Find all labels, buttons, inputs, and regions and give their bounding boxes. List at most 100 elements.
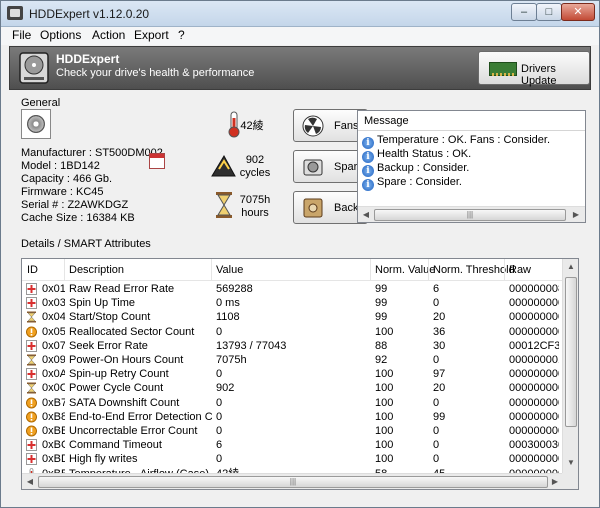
cell-raw: 000000001BA: [509, 354, 559, 366]
menu-bar: File Options Action Export ?: [1, 27, 599, 45]
manufacturer-text: Manufacturer : ST500DM002: [21, 147, 163, 159]
cell-value: 902: [216, 382, 235, 395]
cell-id: 0xBC: [42, 439, 65, 452]
message-text: Temperature : OK. Fans : Consider.: [377, 134, 551, 146]
cycles-value: 902: [245, 154, 265, 166]
cell-norm-value: 99: [375, 311, 388, 324]
menu-file[interactable]: File: [9, 28, 34, 42]
col-description[interactable]: Description: [69, 264, 124, 276]
cell-id: 0x09: [42, 354, 65, 366]
col-norm-value[interactable]: Norm. Value: [375, 264, 435, 276]
menu-options[interactable]: Options: [37, 28, 84, 42]
cell-norm-threshold: 99: [433, 410, 446, 423]
hourglass-icon: [26, 354, 37, 366]
serial-text: Serial # : Z2AWKDGZ: [21, 199, 129, 211]
cell-id: 0x01: [42, 283, 65, 295]
scroll-left-icon[interactable]: ◀: [359, 209, 373, 221]
table-row[interactable]: 0x0A Spin-up Retry Count 0 100 97 00000000000…: [22, 367, 563, 381]
cell-norm-threshold: 0: [433, 354, 440, 366]
cell-description: Start/Stop Count: [69, 311, 151, 324]
cell-norm-value: 100: [375, 425, 394, 437]
table-row[interactable]: 0xBBUncorrectable Error Count01000000000…: [22, 424, 563, 438]
table-row[interactable]: 0x05 Reallocated Sector Count 0 100 36 000000…: [22, 325, 563, 339]
col-id[interactable]: ID: [27, 264, 38, 276]
plus-icon: [26, 283, 37, 295]
warning-icon: [26, 411, 37, 423]
scroll-right-icon[interactable]: ▶: [548, 476, 562, 488]
cell-raw: 000000000000: [509, 368, 559, 381]
message-list[interactable]: Message i Temperature : OK. Fans : Consid…: [357, 110, 586, 223]
col-raw[interactable]: Raw: [509, 264, 531, 276]
table-row[interactable]: 0xBDHigh fly writes01000000000000000: [22, 452, 563, 466]
menu-export[interactable]: Export: [131, 28, 172, 42]
table-row[interactable]: 0xBC Command Timeout 6 100 0 000300030003: [22, 438, 563, 452]
maximize-button[interactable]: □: [536, 3, 562, 21]
drivers-update-button[interactable]: Drivers Update: [478, 51, 590, 87]
menu-action[interactable]: Action: [89, 28, 128, 42]
cell-value: 0: [216, 368, 223, 381]
table-row[interactable]: 0xB7SATA Downshift Count0100000000000000…: [22, 396, 563, 410]
scroll-left-icon[interactable]: ◀: [23, 476, 37, 488]
col-norm-threshold[interactable]: Norm. Threshold: [433, 264, 515, 276]
smart-table[interactable]: ID Description Value Norm. Value Norm. T…: [21, 258, 579, 490]
table-row[interactable]: 0x09 Power-On Hours Count 7075h 92 0 00000000…: [22, 353, 563, 367]
message-item[interactable]: i Spare : Consider.: [362, 176, 462, 191]
message-item[interactable]: i Health Status : OK.: [362, 148, 471, 163]
info-icon: i: [362, 179, 374, 191]
scroll-thumb[interactable]: |||: [38, 476, 548, 488]
cell-value: 0: [216, 410, 223, 423]
cell-id: 0x04: [42, 311, 65, 324]
cache-text: Cache Size : 16384 KB: [21, 212, 135, 224]
fans-label: Fans: [334, 120, 359, 132]
cell-norm-value: 88: [375, 339, 388, 352]
title-bar[interactable]: HDDExpert v1.12.0.20 ‒ □ ✕: [1, 1, 599, 27]
message-header[interactable]: Message: [358, 111, 585, 131]
cell-norm-threshold: 30: [433, 339, 446, 352]
cell-description: High fly writes: [69, 453, 138, 466]
plus-icon: [26, 368, 37, 381]
message-hscrollbar[interactable]: ◀ ||| ▶: [358, 206, 585, 222]
cell-raw: 000000000000: [509, 396, 559, 409]
table-vscrollbar[interactable]: ▲ ▼: [562, 259, 578, 473]
cell-norm-threshold: 20: [433, 311, 446, 324]
cell-id: 0xB7: [42, 396, 65, 409]
table-hscrollbar[interactable]: ◀ ||| ▶: [22, 473, 563, 489]
message-item[interactable]: i Backup : Consider.: [362, 162, 469, 177]
scroll-right-icon[interactable]: ▶: [569, 209, 583, 221]
cell-raw: 000000000000: [509, 410, 559, 423]
cell-value: 0 ms: [216, 297, 240, 310]
scroll-down-icon[interactable]: ▼: [564, 457, 578, 469]
table-row[interactable]: 0x04 Start/Stop Count 1108 99 20 000000000454: [22, 310, 563, 324]
menu-help[interactable]: ?: [175, 28, 188, 42]
scroll-up-icon[interactable]: ▲: [564, 261, 578, 273]
table-header: ID Description Value Norm. Value Norm. T…: [22, 259, 563, 281]
cell-id: 0x0C: [42, 382, 65, 395]
calendar-icon[interactable]: [149, 153, 165, 169]
table-row[interactable]: 0x01 Raw Read Error Rate 569288 99 6 00000000…: [22, 282, 563, 296]
table-row[interactable]: 0x0C Power Cycle Count 902 100 20 00000000038…: [22, 381, 563, 395]
minimize-button[interactable]: ‒: [511, 3, 537, 21]
cell-id: 0x05: [42, 325, 65, 338]
table-row[interactable]: 0xB8 End-to-End Error Detection Count 0 100…: [22, 410, 563, 424]
message-item[interactable]: i Temperature : OK. Fans : Consider.: [362, 134, 551, 149]
general-group: General Manufacturer : ST500DM002 Model …: [19, 97, 371, 229]
header-banner: HDDExpert Check your drive's health & pe…: [9, 46, 591, 90]
cell-raw: 000300030003: [509, 439, 559, 452]
col-value[interactable]: Value: [216, 264, 243, 276]
cell-raw: 000000000386: [509, 382, 559, 395]
cell-value: 0: [216, 425, 223, 437]
cell-id: 0xBD: [42, 453, 65, 466]
cell-value: 6: [216, 439, 223, 452]
table-row[interactable]: 0x07 Seek Error Rate 13793 / 77043 88 30 0001…: [22, 339, 563, 353]
close-button[interactable]: ✕: [561, 3, 595, 21]
scroll-thumb[interactable]: |||: [374, 209, 566, 221]
capacity-text: Capacity : 466 Gb.: [21, 173, 113, 185]
cell-description: SATA Downshift Count: [69, 396, 180, 409]
cell-description: Reallocated Sector Count: [69, 325, 195, 338]
cell-norm-threshold: 6: [433, 283, 440, 295]
cell-id: 0x07: [42, 339, 65, 352]
cycles-unit: cycles: [239, 167, 271, 179]
scroll-thumb[interactable]: [565, 277, 577, 427]
hourglass-icon: [216, 192, 232, 218]
table-row[interactable]: 0x03Spin Up Time0 ms990000000000000: [22, 296, 563, 310]
